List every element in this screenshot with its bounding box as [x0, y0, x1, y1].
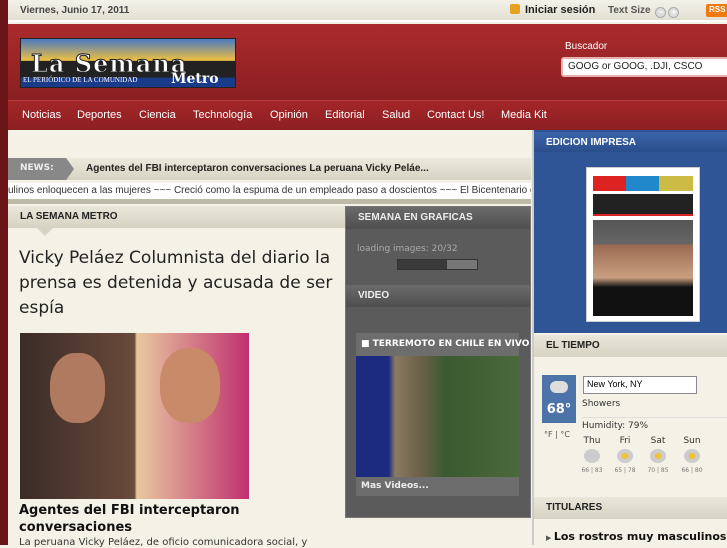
left-border: [0, 0, 8, 545]
video-header: VIDEO: [346, 285, 530, 307]
header-notch: [37, 228, 53, 236]
weather-humidity: Humidity: 79%: [582, 417, 727, 431]
print-edition-panel: EDICION IMPRESA: [534, 130, 727, 333]
decrease-text-icon[interactable]: −: [655, 7, 667, 18]
text-size-control: Text Size − +: [608, 5, 680, 18]
day-label: Thu: [583, 436, 601, 446]
login-label: Iniciar sesión: [525, 4, 596, 16]
titulares-header: TITULARES: [534, 497, 727, 519]
video-widget: ■ TERREMOTO EN CHILE EN VIVO Mas Videos.…: [356, 333, 529, 496]
nav-contact[interactable]: Contact Us!: [427, 109, 484, 121]
nav-technologia[interactable]: Technología: [193, 109, 252, 121]
day-temps: 70 | 85: [647, 467, 669, 474]
article-summary: La peruana Vicky Peláez, de oficio comun…: [19, 537, 308, 548]
logo-subtitle: EL PERIÓDICO DE LA COMUNIDAD: [23, 76, 138, 84]
news-bar: NEWS: Agentes del FBI interceptaron conv…: [8, 158, 531, 180]
day-label: Sun: [683, 436, 701, 446]
more-videos-link[interactable]: Mas Videos...: [356, 477, 519, 496]
nav-salud[interactable]: Salud: [382, 109, 410, 121]
video-camera-icon: ■: [361, 339, 373, 349]
article-photo[interactable]: [20, 333, 249, 499]
day-label: Fri: [619, 436, 631, 446]
forecast-day: Sat 70 | 85: [641, 436, 675, 475]
headline-label: Los rostros muy masculinos: [553, 530, 727, 543]
search-label: Buscador: [565, 41, 608, 52]
nav-noticias[interactable]: Noticias: [22, 109, 61, 121]
graficas-header: SEMANA EN GRAFICAS: [346, 207, 530, 229]
day-temps: 66 | 80: [681, 467, 703, 474]
weather-location-input[interactable]: New York, NY: [583, 376, 697, 394]
nav-opinion[interactable]: Opinión: [270, 109, 308, 121]
video-title-label: TERREMOTO EN CHILE EN VIVO: [372, 339, 530, 349]
video-thumbnail[interactable]: [356, 356, 519, 477]
top-bar: Viernes, Junio 17, 2011 Iniciar sesión T…: [8, 0, 727, 22]
logo-title: La Semana: [30, 49, 188, 79]
showers-icon: [550, 381, 568, 393]
day-temps: 66 | 83: [581, 467, 603, 474]
nav-editorial[interactable]: Editorial: [325, 109, 365, 121]
site-header: La Semana EL PERIÓDICO DE LA COMUNIDAD M…: [8, 24, 727, 100]
media-panel: SEMANA EN GRAFICAS loading images: 20/32…: [345, 206, 531, 518]
news-headline-link[interactable]: Agentes del FBI interceptaron conversaci…: [86, 163, 429, 174]
sun-showers-icon: [684, 449, 700, 463]
forecast-day: Fri 65 | 78: [608, 436, 642, 475]
login-link[interactable]: Iniciar sesión: [510, 4, 595, 16]
divider: [8, 199, 531, 204]
section-header: LA SEMANA METRO: [8, 206, 345, 228]
loading-status: loading images: 20/32: [357, 244, 458, 254]
article-headline[interactable]: Vicky Peláez Columnista del diario la pr…: [19, 246, 339, 321]
weather-condition: Showers: [582, 399, 621, 409]
nav-media-kit[interactable]: Media Kit: [501, 109, 547, 121]
current-date: Viernes, Junio 17, 2011: [20, 5, 130, 16]
weather-current: 68°: [542, 375, 576, 423]
text-size-label: Text Size: [608, 5, 651, 16]
print-edition-cover[interactable]: [586, 167, 700, 322]
day-label: Sat: [650, 436, 666, 446]
site-logo[interactable]: La Semana EL PERIÓDICO DE LA COMUNIDAD M…: [20, 38, 236, 88]
progress-fill: [398, 260, 448, 269]
forecast-day: Sun 66 | 80: [675, 436, 709, 475]
edicion-header: EDICION IMPRESA: [534, 132, 727, 152]
nav-deportes[interactable]: Deportes: [77, 109, 122, 121]
video-title[interactable]: ■ TERREMOTO EN CHILE EN VIVO: [356, 333, 529, 356]
news-ticker[interactable]: ulinos enloquecen a las mujeres ~~~ Crec…: [8, 183, 531, 199]
search-input[interactable]: GOOG or GOOG, .DJI, CSCO: [561, 57, 727, 77]
news-label: NEWS:: [8, 158, 74, 180]
logo-metro: Metro: [171, 71, 219, 87]
unit-toggle[interactable]: °F | °C: [544, 430, 570, 439]
increase-text-icon[interactable]: +: [668, 7, 680, 18]
day-temps: 65 | 78: [614, 467, 636, 474]
sun-showers-icon: [650, 449, 666, 463]
showers-icon: [584, 449, 600, 463]
rss-button[interactable]: RSS: [706, 4, 727, 17]
weather-header: EL TIEMPO: [534, 335, 727, 357]
bullet-arrow-icon: ▶: [546, 534, 554, 542]
current-temp: 68°: [546, 402, 572, 417]
sun-showers-icon: [617, 449, 633, 463]
article-caption-link[interactable]: Agentes del FBI interceptaron conversaci…: [19, 502, 339, 536]
main-nav: Noticias Deportes Ciencia Technología Op…: [8, 100, 727, 130]
nav-ciencia[interactable]: Ciencia: [139, 109, 176, 121]
loading-progress-bar: [397, 259, 478, 270]
lock-icon: [510, 4, 520, 14]
headline-link[interactable]: ▶ Los rostros muy masculinos: [546, 530, 726, 543]
forecast-day: Thu 66 | 83: [575, 436, 609, 475]
sidebar: EDICION IMPRESA EL TIEMPO 68° New York, …: [532, 130, 727, 545]
